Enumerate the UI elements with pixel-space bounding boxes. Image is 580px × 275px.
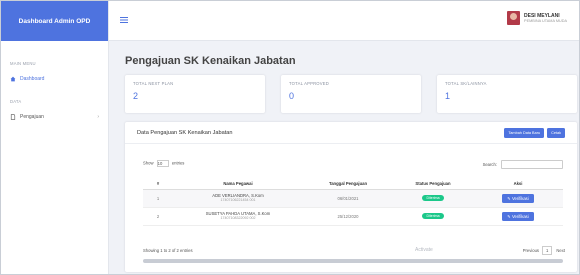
panel-header: Data Pengajuan SK Kenaikan Jabatan Tamba… <box>125 122 577 144</box>
app-window: Dashboard Admin OPD MAIN MENU Dashboard … <box>0 0 580 275</box>
column-header[interactable]: # <box>143 178 173 190</box>
print-button[interactable]: Cetak <box>547 127 565 138</box>
menu-toggle-icon[interactable] <box>119 15 129 25</box>
chevron-right-icon: › <box>97 114 99 120</box>
table-row: 1 ADE VERLIANDRA, S.Kom 17407106221454 0… <box>143 189 563 208</box>
sidebar-item-label: Dashboard <box>20 76 45 82</box>
row-number: 1 <box>143 189 173 208</box>
avatar <box>507 11 521 25</box>
stat-value: 2 <box>133 91 139 101</box>
employee-cell: SUSETYA PAHDA UTAMA, S.Kom 1740710832209… <box>173 207 303 226</box>
data-table: # Nama Pegawai Tanggal Pengajuan Status … <box>143 178 563 226</box>
pagination: Previous 1 Next <box>519 246 565 255</box>
stat-card-next-plan: TOTAL NEXT PLAN 2 <box>125 75 265 113</box>
table-row: 2 SUSETYA PAHDA UTAMA, S.Kom 17407108322… <box>143 207 563 226</box>
search-label: Search: <box>482 162 497 167</box>
table-controls: Show 10 entries Search: <box>143 160 563 170</box>
topbar: DESI MEYLANI PEMBINA UTAMA MUDA <box>109 1 579 41</box>
panel-title: Data Pengajuan SK Kenaikan Jabatan <box>137 129 233 136</box>
employee-nip: 17407108322092 002 <box>220 216 256 220</box>
search-input[interactable] <box>501 160 563 169</box>
stat-label: TOTAL NEXT PLAN <box>133 81 174 86</box>
submission-date: 25/12/2020 <box>303 207 393 226</box>
document-icon <box>10 114 16 120</box>
entries-select[interactable]: 10 <box>156 160 169 167</box>
employee-cell: ADE VERLIANDRA, S.Kom 17407106221454 001 <box>173 189 303 208</box>
page-1-button[interactable]: 1 <box>542 246 553 255</box>
sidebar-item-dashboard[interactable]: Dashboard <box>1 71 108 87</box>
search-group: Search: <box>483 160 563 169</box>
entries-label: entries <box>171 160 185 166</box>
status-badge: Diterima <box>422 213 444 219</box>
stat-card-sk: TOTAL SK/LAINNYA 1 <box>437 75 577 113</box>
data-panel: Data Pengajuan SK Kenaikan Jabatan Tamba… <box>125 122 577 272</box>
sidebar-section-data: DATA <box>10 99 22 104</box>
verify-label: Verifikasi <box>511 195 529 201</box>
activation-watermark: Activate <box>415 247 433 253</box>
next-page-button[interactable]: Next <box>556 248 565 253</box>
table-info: Showing 1 to 2 of 2 entries <box>143 248 193 253</box>
stat-value: 1 <box>445 91 451 101</box>
user-role: PEMBINA UTAMA MUDA <box>524 18 567 23</box>
stat-value: 0 <box>289 91 295 101</box>
sidebar-item-label: Pengajuan <box>20 114 44 120</box>
entries-value: 10 <box>157 161 163 166</box>
verify-button[interactable]: ✎ Verifikasi <box>502 211 534 221</box>
employee-nip: 17407106221454 001 <box>220 198 256 202</box>
brand-logo[interactable]: Dashboard Admin OPD <box>1 1 108 41</box>
horizontal-scrollbar[interactable] <box>143 259 563 263</box>
stat-label: TOTAL SK/LAINNYA <box>445 81 487 86</box>
column-header[interactable]: Nama Pegawai <box>173 178 303 190</box>
submission-date: 06/01/2021 <box>303 189 393 208</box>
table-header-row: # Nama Pegawai Tanggal Pengajuan Status … <box>143 178 563 190</box>
show-label: Show <box>143 160 154 166</box>
sidebar-item-pengajuan[interactable]: Pengajuan › <box>1 109 108 125</box>
status-badge: Diterima <box>422 195 444 201</box>
verify-button[interactable]: ✎ Verifikasi <box>502 193 534 203</box>
user-menu[interactable]: DESI MEYLANI PEMBINA UTAMA MUDA <box>507 11 567 25</box>
status-cell: Diterima <box>393 207 473 226</box>
column-header[interactable]: Status Pengajuan <box>393 178 473 190</box>
column-header[interactable]: Tanggal Pengajuan <box>303 178 393 190</box>
verify-label: Verifikasi <box>511 213 529 219</box>
status-cell: Diterima <box>393 189 473 208</box>
sidebar-section-main: MAIN MENU <box>10 61 36 66</box>
add-data-button[interactable]: Tambah Data Baru <box>504 127 545 138</box>
prev-page-button[interactable]: Previous <box>523 248 539 253</box>
stat-label: TOTAL APPROVED <box>289 81 329 86</box>
home-icon <box>10 76 16 82</box>
action-cell: ✎ Verifikasi <box>473 207 563 226</box>
row-number: 2 <box>143 207 173 226</box>
action-cell: ✎ Verifikasi <box>473 189 563 208</box>
page-title: Pengajuan SK Kenaikan Jabatan <box>125 55 296 67</box>
main-content: Pengajuan SK Kenaikan Jabatan TOTAL NEXT… <box>109 41 579 274</box>
column-header[interactable]: Aksi <box>473 178 563 190</box>
stat-card-approved: TOTAL APPROVED 0 <box>281 75 421 113</box>
sidebar: Dashboard Admin OPD MAIN MENU Dashboard … <box>1 1 109 274</box>
